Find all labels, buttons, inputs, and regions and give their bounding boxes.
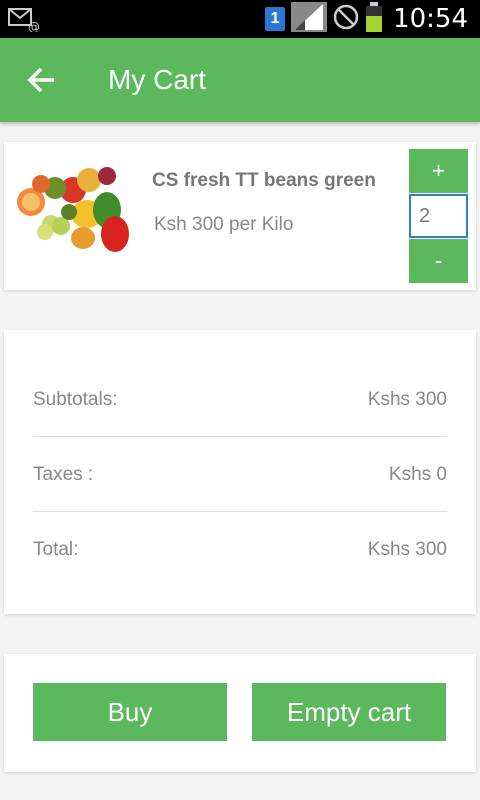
svg-text:@: @ bbox=[28, 20, 40, 32]
status-clock: 10:54 bbox=[393, 4, 468, 34]
sim-badge-icon: 1 bbox=[265, 7, 286, 31]
product-image bbox=[11, 154, 131, 257]
quantity-input[interactable] bbox=[409, 194, 468, 238]
battery-icon bbox=[365, 1, 383, 37]
actions-card: Buy Empty cart bbox=[4, 654, 476, 772]
summary-card: Subtotals: Kshs 300 Taxes : Kshs 0 Total… bbox=[4, 330, 476, 614]
app-bar: My Cart bbox=[0, 38, 480, 122]
taxes-value: Kshs 0 bbox=[388, 464, 447, 485]
taxes-row: Taxes : Kshs 0 bbox=[33, 437, 447, 512]
status-bar: @ 1 10:54 bbox=[0, 0, 480, 38]
total-value: Kshs 300 bbox=[367, 539, 447, 560]
email-icon: @ bbox=[8, 6, 40, 37]
empty-cart-button[interactable]: Empty cart bbox=[252, 683, 446, 741]
subtotal-label: Subtotals: bbox=[33, 389, 118, 410]
product-name: CS fresh TT beans green bbox=[152, 170, 376, 191]
blocked-icon bbox=[333, 4, 359, 35]
total-row: Total: Kshs 300 bbox=[33, 512, 447, 587]
taxes-label: Taxes : bbox=[33, 464, 94, 485]
decrease-quantity-button[interactable]: - bbox=[409, 239, 468, 283]
buy-button[interactable]: Buy bbox=[33, 683, 227, 741]
increase-quantity-button[interactable]: + bbox=[409, 149, 468, 193]
subtotal-row: Subtotals: Kshs 300 bbox=[33, 362, 447, 437]
signal-icon bbox=[291, 1, 328, 37]
arrow-left-icon[interactable] bbox=[24, 62, 60, 98]
total-label: Total: bbox=[33, 539, 79, 560]
product-price: Ksh 300 per Kilo bbox=[154, 214, 294, 235]
page-title: My Cart bbox=[108, 64, 206, 95]
subtotal-value: Kshs 300 bbox=[367, 389, 447, 410]
cart-item-card: CS fresh TT beans green Ksh 300 per Kilo… bbox=[4, 142, 476, 290]
